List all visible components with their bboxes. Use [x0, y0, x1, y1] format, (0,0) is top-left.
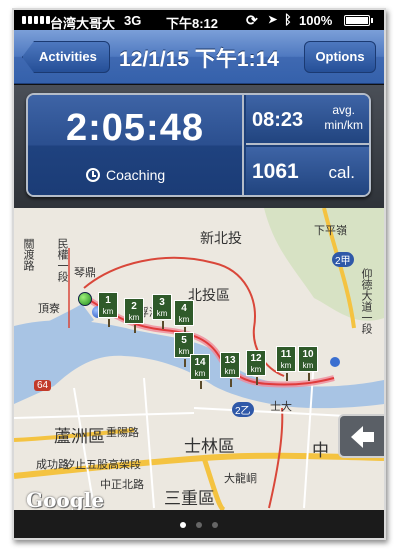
- km-marker-12[interactable]: 12 km: [246, 350, 266, 385]
- map-label-yangde: 仰德大道一段: [360, 268, 372, 334]
- km-marker-10[interactable]: 10 km: [298, 346, 318, 381]
- km-marker-14[interactable]: 14 km: [190, 354, 210, 389]
- map-label-zhong: 中: [312, 441, 329, 460]
- map-label-shida: 士大: [270, 401, 292, 413]
- clock-icon: [86, 168, 100, 182]
- bluetooth-icon: ᛒ: [284, 12, 292, 27]
- stats-panel: 2:05:48 Coaching 08:23 avg. min/km 1061 …: [14, 85, 384, 217]
- map-label-luzhou: 蘆洲區: [54, 427, 105, 446]
- map-label-qiding: 琴鼎: [74, 267, 96, 279]
- page-dot-1[interactable]: [180, 522, 186, 528]
- map-label-minsheng: 民權一段: [56, 238, 68, 282]
- km-marker-2[interactable]: 2 km: [124, 298, 144, 333]
- page-dot-2[interactable]: [196, 522, 202, 528]
- map-label-sanchong: 三重區: [164, 489, 215, 508]
- road-badge-64: 64: [34, 380, 52, 391]
- network-type: 3G: [124, 13, 142, 28]
- pace-unit-line2: min/km: [324, 118, 363, 132]
- signal-icon: [22, 16, 50, 24]
- route-map[interactable]: 新北投 下平嶺 北投區 浮洲 琴鼎 頂寮 蘆洲區 士林區 三重區 大龍峒 中 士…: [14, 208, 384, 510]
- map-label-guandu: 關渡路: [22, 238, 34, 271]
- page-dots: [14, 522, 384, 528]
- map-label-shilin: 士林區: [184, 437, 235, 456]
- map-label-chengong: 成功路: [36, 459, 69, 471]
- calories-value: 1061: [252, 160, 299, 183]
- status-bar: 台湾大哥大 3G 下午8:12 ⟳ ➤ ᛒ 100%: [14, 10, 384, 31]
- battery-percent: 100%: [299, 13, 333, 28]
- km-marker-1[interactable]: 1 km: [98, 292, 118, 327]
- google-logo: Google: [26, 488, 105, 510]
- map-label-dalongdong: 大龍峒: [224, 473, 257, 485]
- end-pin-icon[interactable]: [330, 357, 340, 367]
- navigation-bar: Activities 12/1/15 下午1:14 Options: [14, 30, 384, 84]
- duration-box: 2:05:48 Coaching: [28, 95, 244, 195]
- coaching-label: Coaching: [106, 167, 166, 183]
- km-marker-4[interactable]: 4 km: [174, 300, 194, 335]
- page-control[interactable]: [14, 510, 384, 538]
- stats-card: 2:05:48 Coaching 08:23 avg. min/km 1061 …: [26, 93, 371, 197]
- location-icon: ➤: [268, 14, 278, 26]
- screenshot-frame: 台湾大哥大 3G 下午8:12 ⟳ ➤ ᛒ 100% Activities 12…: [12, 8, 386, 540]
- calories-box: 1061 cal.: [246, 147, 369, 195]
- pace-unit-line1: avg.: [332, 103, 355, 117]
- map-label-xiapingding: 下平嶺: [314, 225, 347, 237]
- start-pin-icon[interactable]: [78, 292, 92, 306]
- road-badge-2c: 2乙: [232, 402, 254, 417]
- map-label-dingliao: 頂寮: [38, 303, 60, 315]
- map-label-highway: 汐止五股高架段: [64, 459, 141, 471]
- calories-unit: cal.: [328, 163, 355, 182]
- pace-box: 08:23 avg. min/km: [246, 95, 369, 145]
- map-label-xinbei: 新北投: [200, 230, 242, 246]
- options-button[interactable]: Options: [304, 41, 376, 73]
- coaching-button[interactable]: Coaching: [86, 167, 165, 183]
- pace-value: 08:23: [252, 109, 304, 131]
- pace-unit: avg. min/km: [324, 103, 363, 133]
- map-label-chongyang: 重陽路: [106, 427, 139, 439]
- map-label-zhongzheng: 中正北路: [100, 479, 144, 491]
- km-marker-11[interactable]: 11 km: [276, 346, 296, 381]
- duration-value: 2:05:48: [66, 107, 204, 149]
- rotation-lock-icon: ⟳: [246, 12, 258, 28]
- page-dot-3[interactable]: [212, 522, 218, 528]
- battery-icon: [344, 15, 373, 26]
- next-page-arrow-button[interactable]: [338, 414, 384, 458]
- map-label-beitou: 北投區: [188, 287, 230, 303]
- road-badge-2a: 2甲: [332, 252, 354, 267]
- km-marker-3[interactable]: 3 km: [152, 294, 172, 329]
- km-marker-13[interactable]: 13 km: [220, 352, 240, 387]
